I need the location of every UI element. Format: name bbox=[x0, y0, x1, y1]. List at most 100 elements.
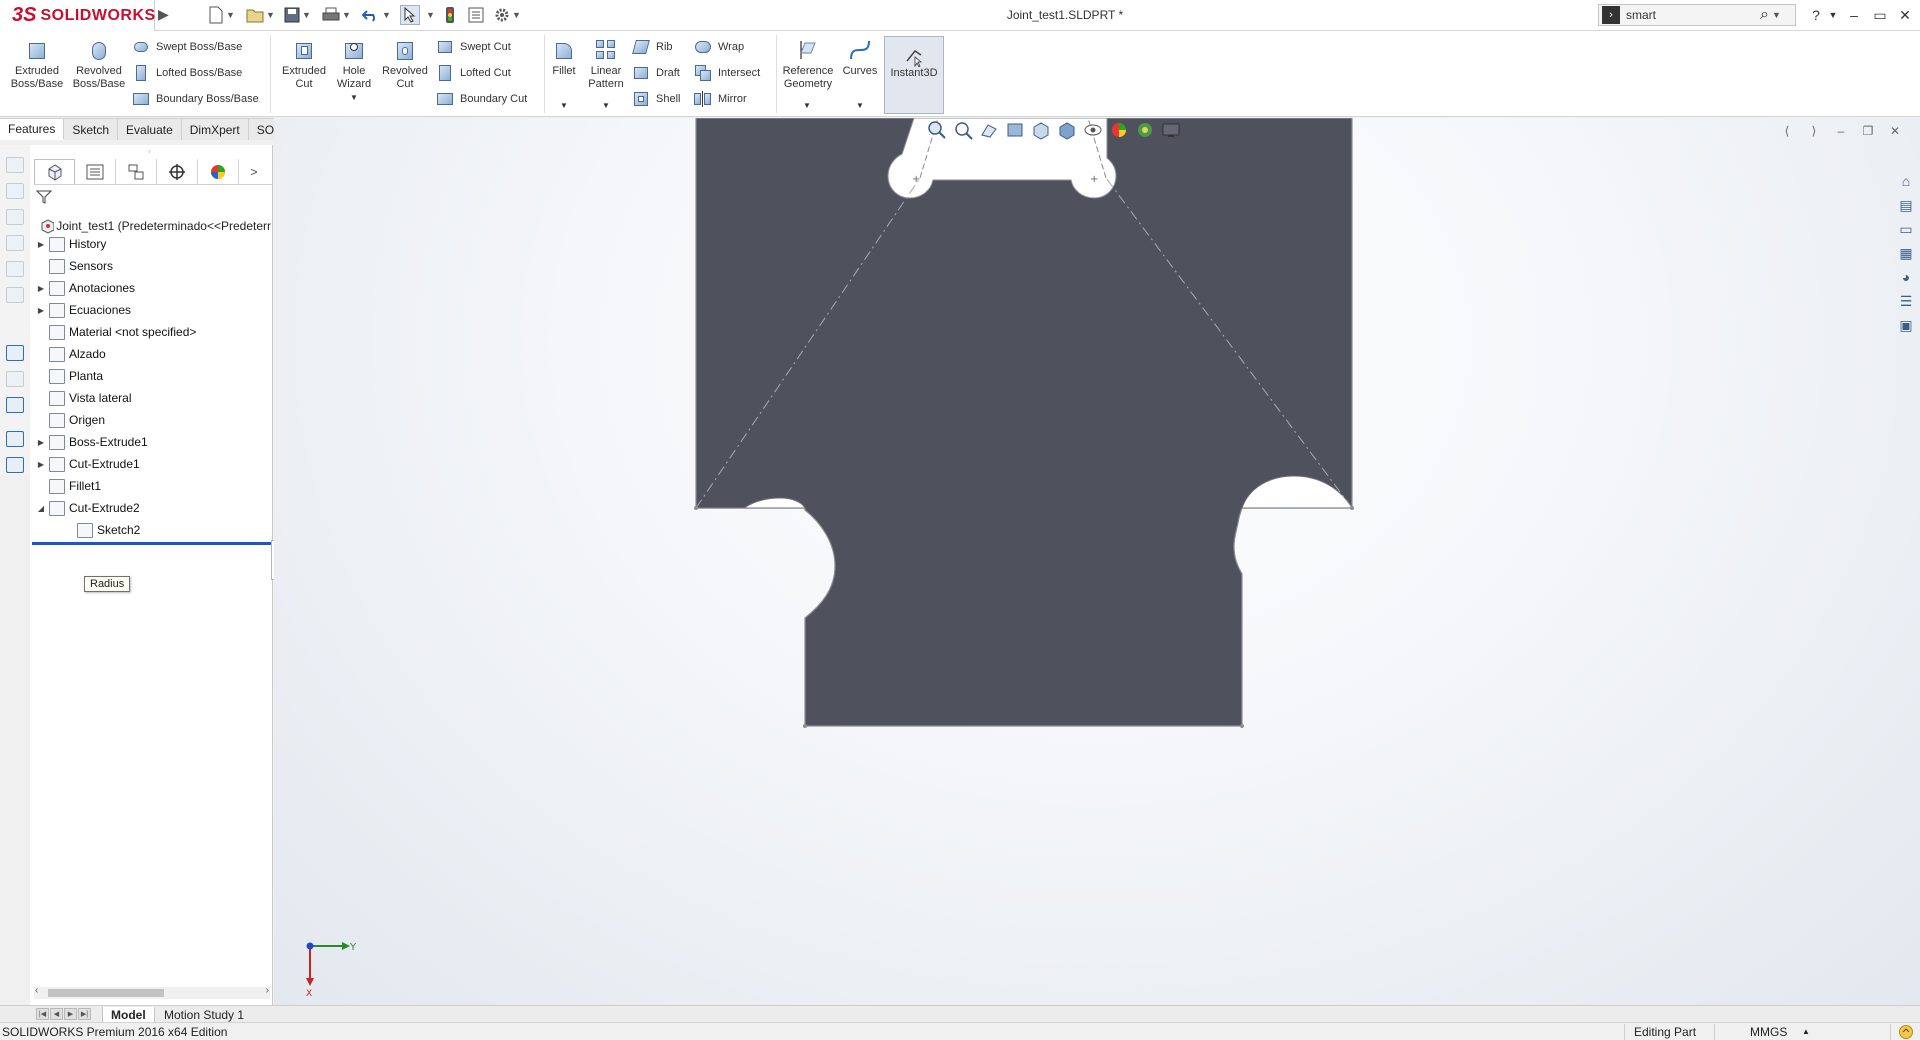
save-button[interactable]: ▼ bbox=[284, 5, 311, 25]
shell-button[interactable]: Shell bbox=[632, 89, 680, 109]
tree-item[interactable]: ▶ History bbox=[36, 235, 106, 253]
curves-button[interactable]: Curves bbox=[840, 37, 880, 78]
scrollbar-thumb[interactable] bbox=[48, 989, 164, 997]
select-button[interactable] bbox=[400, 5, 420, 25]
design-library-icon[interactable]: ▤ bbox=[1894, 194, 1918, 216]
boundary-cut-button[interactable]: Boundary Cut bbox=[436, 89, 527, 109]
previous-view-icon[interactable] bbox=[978, 119, 1000, 141]
linear-pattern-dropdown-icon[interactable]: ▼ bbox=[602, 101, 610, 110]
panel-grip-icon[interactable]: ◦ bbox=[148, 147, 151, 156]
fillet-button[interactable]: Fillet bbox=[548, 37, 580, 78]
tree-item[interactable]: ▶ Anotaciones bbox=[36, 279, 135, 297]
tab-featuremanager[interactable] bbox=[34, 159, 75, 184]
expand-arrow-icon[interactable]: ▶ bbox=[36, 306, 46, 315]
loft-shortcut-icon[interactable] bbox=[6, 235, 24, 251]
linear-pattern-button[interactable]: Linear Pattern bbox=[584, 37, 628, 91]
sweep-shortcut-icon[interactable] bbox=[6, 209, 24, 225]
cut-shortcut-icon[interactable] bbox=[6, 261, 24, 277]
viewport-restore-icon[interactable]: ❐ bbox=[1857, 122, 1879, 140]
open-button[interactable]: ▼ bbox=[246, 5, 275, 25]
mirror-button[interactable]: Mirror bbox=[694, 89, 747, 109]
search-icon[interactable]: ⌕ bbox=[1760, 6, 1769, 24]
reference-geometry-button[interactable]: Reference Geometry bbox=[780, 37, 836, 91]
part-geometry[interactable]: + + bbox=[274, 118, 1920, 1008]
close-button[interactable]: ✕ bbox=[1894, 4, 1916, 26]
lofted-cut-button[interactable]: Lofted Cut bbox=[436, 63, 511, 83]
rebuild-status-icon[interactable] bbox=[1898, 1024, 1914, 1040]
extrude-shortcut-icon[interactable] bbox=[6, 157, 24, 173]
instant3d-toggle[interactable]: Instant3D bbox=[884, 36, 944, 114]
wrap-button[interactable]: Wrap bbox=[694, 37, 744, 57]
swept-cut-button[interactable]: Swept Cut bbox=[436, 37, 511, 57]
select-dropdown[interactable]: ▼ bbox=[424, 5, 435, 25]
expand-arrow-icon[interactable]: ▶ bbox=[36, 460, 46, 469]
search-box[interactable]: › ⌕ ▼ bbox=[1598, 4, 1796, 26]
viewport-minimize-icon[interactable]: – bbox=[1830, 122, 1852, 140]
expand-arrow-icon[interactable]: ▶ bbox=[36, 240, 46, 249]
tree-item[interactable]: ◢ Cut-Extrude2 bbox=[36, 499, 140, 517]
edit-appearance-icon[interactable] bbox=[1108, 119, 1130, 141]
tree-item[interactable]: Alzado bbox=[36, 345, 106, 363]
extruded-cut-button[interactable]: Extruded Cut bbox=[278, 37, 330, 91]
hole-shortcut-icon[interactable] bbox=[6, 287, 24, 303]
tab-evaluate[interactable]: Evaluate bbox=[118, 118, 182, 140]
line-shortcut-icon[interactable] bbox=[6, 371, 24, 387]
view-shortcut-icon[interactable] bbox=[6, 431, 24, 447]
tree-root-part[interactable]: Joint_test1 (Predeterminado<<Predeterr bbox=[30, 217, 271, 235]
next-tab-icon[interactable]: ▶ bbox=[64, 1008, 77, 1020]
tree-item[interactable]: Vista lateral bbox=[36, 389, 131, 407]
expand-arrow-icon[interactable]: ▶ bbox=[36, 438, 46, 447]
section-view-icon[interactable] bbox=[1004, 119, 1026, 141]
graphics-area[interactable]: + + ⟨ ⟩ – ❐ ✕ ⌂ ▤ ▭ ▦ ◕ ☰ ▣ Y X bbox=[274, 118, 1920, 1008]
search-dropdown-icon[interactable]: ▼ bbox=[1772, 10, 1781, 20]
file-properties-button[interactable] bbox=[468, 5, 484, 25]
home-icon[interactable]: ⌂ bbox=[1894, 170, 1918, 192]
solidworks-logo[interactable]: 3S SOLIDWORKS bbox=[0, 0, 155, 31]
help-dropdown-icon[interactable]: ▼ bbox=[1822, 4, 1844, 26]
tab-motion-study-1[interactable]: Motion Study 1 bbox=[156, 1007, 252, 1023]
scroll-left-icon[interactable]: ‹ bbox=[35, 985, 38, 996]
apply-scene-icon[interactable] bbox=[1134, 119, 1156, 141]
view-settings-icon[interactable] bbox=[1160, 119, 1182, 141]
extruded-boss-button[interactable]: Extruded Boss/Base bbox=[8, 37, 66, 91]
boundary-boss-button[interactable]: Boundary Boss/Base bbox=[132, 89, 259, 109]
new-document-button[interactable]: ▼ bbox=[208, 5, 235, 25]
tab-configurationmanager[interactable] bbox=[116, 159, 157, 184]
hole-wizard-dropdown-icon[interactable]: ▼ bbox=[350, 91, 358, 104]
view-palette-icon[interactable]: ▦ bbox=[1894, 242, 1918, 264]
prev-tab-icon[interactable]: ◀ bbox=[50, 1008, 63, 1020]
zoom-to-fit-icon[interactable] bbox=[926, 119, 948, 141]
hide-show-items-icon[interactable] bbox=[1082, 119, 1104, 141]
tree-item[interactable]: Material <not specified> bbox=[36, 323, 196, 341]
first-tab-icon[interactable]: |◀ bbox=[36, 1008, 49, 1020]
display-shortcut-icon[interactable] bbox=[6, 397, 24, 413]
horizontal-scrollbar[interactable]: ‹ › bbox=[34, 985, 270, 999]
tree-item[interactable]: Planta bbox=[36, 367, 103, 385]
tree-item[interactable]: Sensors bbox=[36, 257, 113, 275]
display-style-icon[interactable] bbox=[1056, 119, 1078, 141]
revolved-boss-button[interactable]: Revolved Boss/Base bbox=[70, 37, 128, 91]
tree-item[interactable]: ▶ Ecuaciones bbox=[36, 301, 131, 319]
sketch-shortcut-icon[interactable] bbox=[6, 345, 24, 361]
hole-wizard-button[interactable]: Hole Wizard ▼ bbox=[332, 37, 376, 104]
tabs-more-arrow-icon[interactable]: > bbox=[239, 159, 269, 184]
tab-sketch[interactable]: Sketch bbox=[64, 118, 119, 140]
options-button[interactable]: ▼ bbox=[494, 5, 521, 25]
unit-system-dropdown-icon[interactable]: ▲ bbox=[1802, 1027, 1810, 1036]
menu-expand-arrow-icon[interactable]: ▶ bbox=[158, 6, 172, 24]
reference-geometry-dropdown-icon[interactable]: ▼ bbox=[803, 101, 811, 110]
viewport-next-icon[interactable]: ⟩ bbox=[1803, 122, 1825, 140]
intersect-button[interactable]: Intersect bbox=[694, 63, 760, 83]
unit-system-button[interactable]: MMGS bbox=[1750, 1025, 1787, 1039]
lofted-boss-button[interactable]: Lofted Boss/Base bbox=[132, 63, 242, 83]
revolve-shortcut-icon[interactable] bbox=[6, 183, 24, 199]
minimize-button[interactable]: – bbox=[1843, 4, 1865, 26]
file-explorer-icon[interactable]: ▭ bbox=[1894, 218, 1918, 240]
tab-model[interactable]: Model bbox=[102, 1007, 155, 1023]
forum-icon[interactable]: ▣ bbox=[1894, 314, 1918, 336]
rollback-bar[interactable] bbox=[32, 542, 272, 545]
tab-displaymanager[interactable] bbox=[198, 159, 239, 184]
appearances-icon[interactable]: ◕ bbox=[1894, 266, 1918, 288]
tree-item[interactable]: Fillet1 bbox=[36, 477, 101, 495]
tree-item[interactable]: Origen bbox=[36, 411, 105, 429]
